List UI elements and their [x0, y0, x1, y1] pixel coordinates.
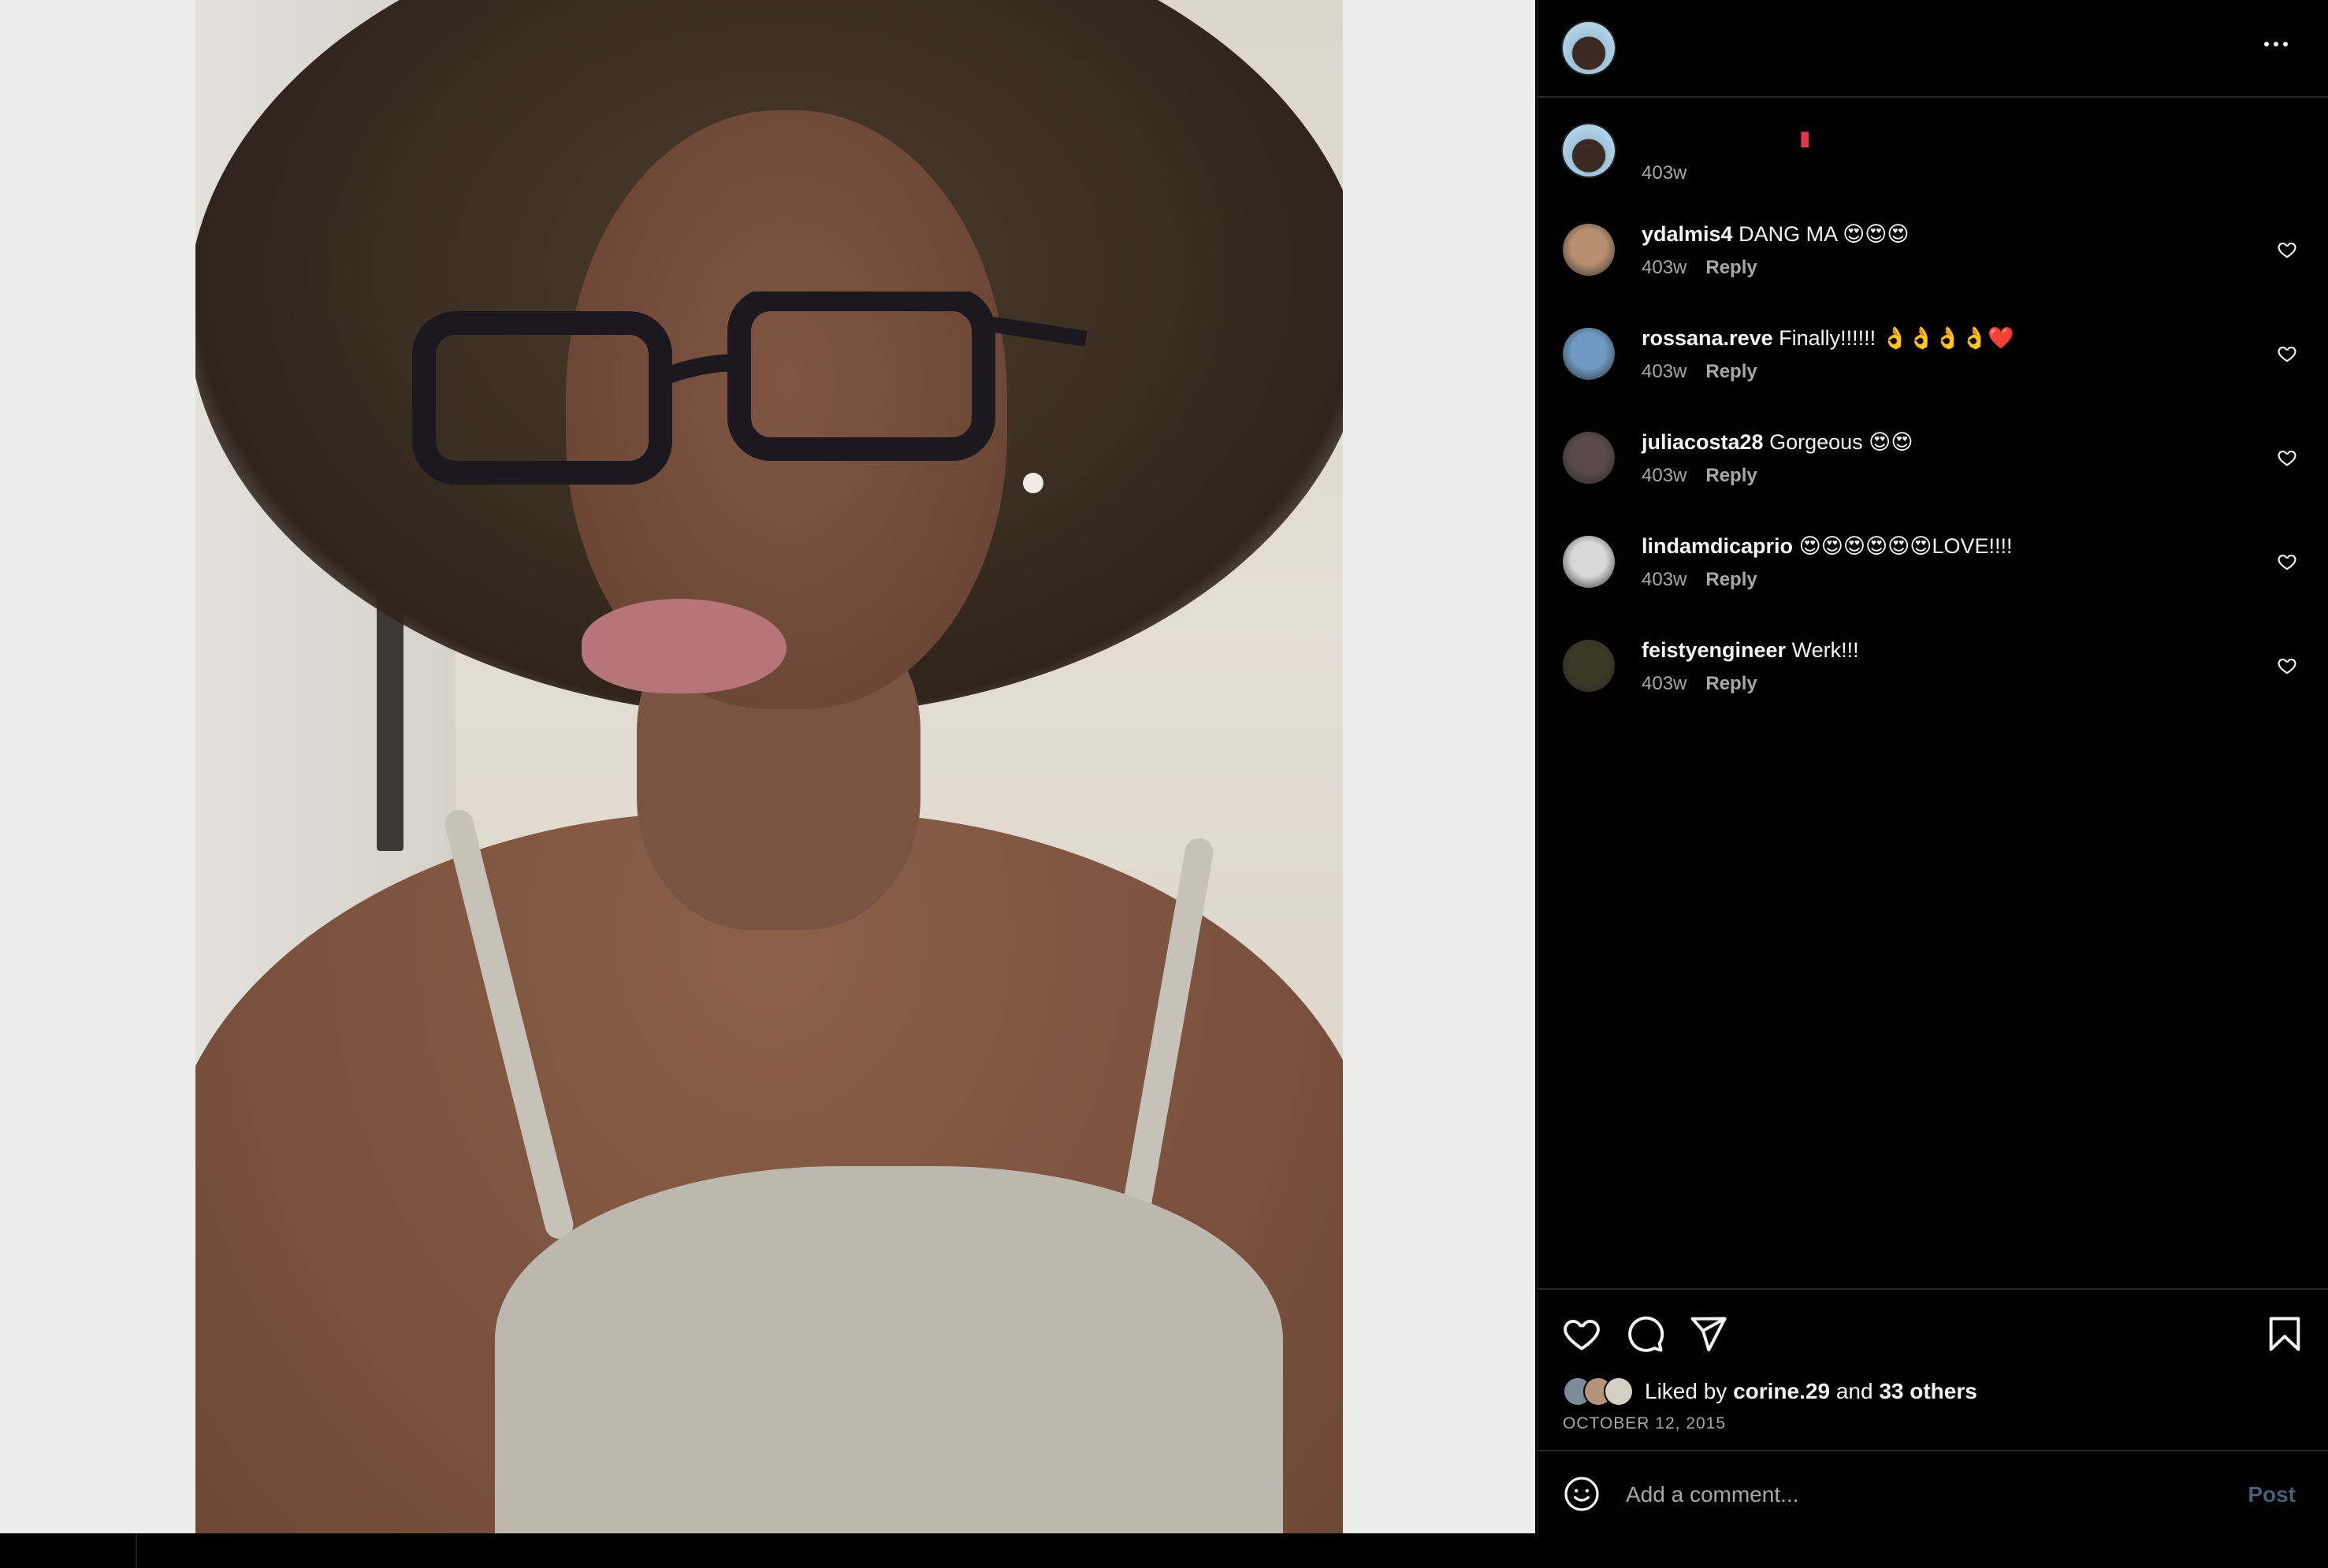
comment-body: juliacosta28 Gorgeous 😍😍 403w Reply [1642, 429, 2266, 487]
bottom-strip [0, 1533, 2328, 1568]
comment-row: ydalmis4 DANG MA 😍😍😍 403w Reply [1538, 221, 2328, 307]
liked-by-prefix: Liked by [1645, 1379, 1727, 1403]
commenter-username[interactable]: ydalmis4 [1642, 222, 1733, 246]
comment-bubble-icon[interactable] [1624, 1313, 1665, 1354]
post-media[interactable] [0, 0, 1535, 1533]
comment-row: juliacosta28 Gorgeous 😍😍 403w Reply [1538, 429, 2328, 515]
comment-meta: 403w Reply [1642, 569, 2266, 591]
comment-like-heart-icon[interactable] [2277, 240, 2297, 260]
reply-button[interactable]: Reply [1705, 361, 1757, 382]
comment-time: 403w [1642, 257, 1687, 278]
commenter-username[interactable]: rossana.reve [1642, 326, 1773, 350]
post-caption: ▮ 403w [1538, 118, 2328, 197]
reply-button[interactable]: Reply [1705, 673, 1757, 694]
comment-body: lindamdicaprio 😍😍😍😍😍😍LOVE!!!! 403w Reply [1642, 533, 2266, 591]
commenter-avatar[interactable] [1563, 224, 1615, 276]
post-details-panel: ▮ 403w ydalmis4 DANG MA 😍😍😍 403w Reply ross… [1537, 0, 2328, 1533]
comment-like-heart-icon[interactable] [2277, 344, 2297, 364]
comment-body: rossana.reve Finally!!!!!! 👌👌👌👌❤️ 403w Rep… [1642, 325, 2266, 383]
liked-avatar [1604, 1377, 1634, 1406]
share-send-icon[interactable] [1687, 1313, 1728, 1354]
commenter-username[interactable]: lindamdicaprio [1642, 534, 1793, 558]
comment-line: ydalmis4 DANG MA 😍😍😍 [1642, 221, 2266, 247]
comment-text: Finally!!!!!! 👌👌👌👌❤️ [1779, 326, 2014, 350]
commenter-avatar[interactable] [1563, 536, 1615, 588]
comment-text: Gorgeous 😍😍 [1769, 430, 1913, 454]
comment-line: feistyengineer Werk!!! [1642, 637, 2266, 663]
bookmark-save-icon[interactable] [2264, 1313, 2305, 1354]
likes-summary: Liked by corine.29 and 33 others [1563, 1377, 1977, 1406]
comment-body: feistyengineer Werk!!! 403w Reply [1642, 637, 2266, 695]
add-comment-bar: Post [1538, 1450, 2328, 1535]
comment-like-heart-icon[interactable] [2277, 448, 2297, 468]
comment-like-heart-icon[interactable] [2277, 552, 2297, 572]
photo-earring [1023, 473, 1043, 493]
comment-meta: 403w Reply [1642, 673, 2266, 695]
author-avatar[interactable] [1563, 22, 1615, 74]
liked-by-others-link[interactable]: 33 others [1879, 1379, 1977, 1403]
add-comment-input[interactable] [1624, 1475, 2179, 1514]
reply-button[interactable]: Reply [1705, 257, 1757, 278]
commenter-avatar[interactable] [1563, 432, 1615, 484]
caption-author-avatar[interactable] [1563, 124, 1615, 176]
comment-time: 403w [1642, 361, 1687, 382]
commenter-avatar[interactable] [1563, 328, 1615, 380]
post-photo [195, 0, 1343, 1533]
bottom-strip-divider [136, 1533, 137, 1568]
more-options-icon[interactable] [2264, 36, 2296, 52]
comment-row: lindamdicaprio 😍😍😍😍😍😍LOVE!!!! 403w Reply [1538, 533, 2328, 619]
photo-lips [582, 599, 787, 693]
comment-text: Werk!!! [1791, 638, 1859, 662]
post-comment-button[interactable]: Post [2243, 1481, 2300, 1508]
comment-text: DANG MA 😍😍😍 [1739, 222, 1910, 246]
caption-time: 403w [1642, 162, 1687, 184]
comment-line: rossana.reve Finally!!!!!! 👌👌👌👌❤️ [1642, 325, 2266, 351]
liked-by-user-link[interactable]: corine.29 [1733, 1379, 1830, 1403]
commenter-avatar[interactable] [1563, 640, 1615, 692]
comment-time: 403w [1642, 465, 1687, 486]
comment-time: 403w [1642, 673, 1687, 694]
comment-row: feistyengineer Werk!!! 403w Reply [1538, 637, 2328, 723]
photo-tank-top [495, 1166, 1283, 1533]
post-date: OCTOBER 12, 2015 [1563, 1414, 1727, 1432]
liked-by-and: and [1835, 1379, 1873, 1403]
comment-text: 😍😍😍😍😍😍LOVE!!!! [1798, 534, 2013, 558]
like-heart-icon[interactable] [1561, 1313, 1602, 1354]
commenter-username[interactable]: feistyengineer [1642, 638, 1786, 662]
photo-glasses [412, 292, 1088, 485]
comment-meta: 403w Reply [1642, 465, 2266, 487]
lipstick-icon: ▮ [1799, 126, 1811, 150]
comment-body: ydalmis4 DANG MA 😍😍😍 403w Reply [1642, 221, 2266, 279]
emoji-smiley-icon[interactable] [1563, 1475, 1601, 1513]
commenter-username[interactable]: juliacosta28 [1642, 430, 1764, 454]
reply-button[interactable]: Reply [1705, 465, 1757, 486]
comment-like-heart-icon[interactable] [2277, 656, 2297, 676]
liked-by-avatars[interactable] [1563, 1377, 1634, 1406]
comment-line: juliacosta28 Gorgeous 😍😍 [1642, 429, 2266, 455]
comment-meta: 403w Reply [1642, 257, 2266, 279]
post-header [1538, 0, 2328, 98]
comment-row: rossana.reve Finally!!!!!! 👌👌👌👌❤️ 403w Rep… [1538, 325, 2328, 411]
reply-button[interactable]: Reply [1705, 569, 1757, 590]
comment-time: 403w [1642, 569, 1687, 590]
comment-line: lindamdicaprio 😍😍😍😍😍😍LOVE!!!! [1642, 533, 2266, 559]
comment-meta: 403w Reply [1642, 361, 2266, 383]
